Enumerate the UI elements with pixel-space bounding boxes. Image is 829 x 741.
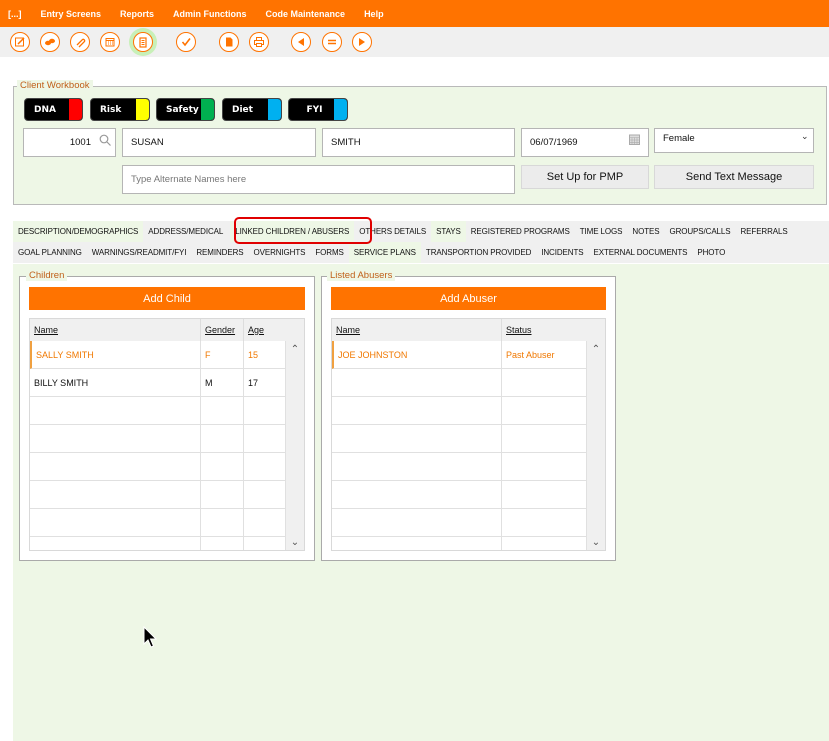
first-name-field[interactable]: SUSAN bbox=[122, 128, 316, 157]
calendar-icon[interactable] bbox=[100, 32, 120, 52]
abusers-legend: Listed Abusers bbox=[327, 270, 396, 281]
menu-admin-functions[interactable]: Admin Functions bbox=[173, 9, 247, 19]
flag-diet[interactable]: Diet bbox=[222, 98, 282, 121]
menu-icon[interactable] bbox=[322, 32, 342, 52]
document-icon[interactable] bbox=[219, 32, 239, 52]
tab-address-medical[interactable]: ADDRESS/MEDICAL bbox=[143, 221, 228, 242]
menu-code-maintenance[interactable]: Code Maintenance bbox=[266, 9, 346, 19]
menu-reports[interactable]: Reports bbox=[120, 9, 154, 19]
table-row bbox=[30, 425, 286, 453]
tab-linked-children-abusers[interactable]: LINKED CHILDREN / ABUSERS bbox=[230, 221, 355, 242]
last-name-field[interactable]: SMITH bbox=[322, 128, 515, 157]
add-child-button[interactable]: Add Child bbox=[29, 287, 305, 310]
table-row bbox=[30, 537, 286, 550]
tab-stays[interactable]: STAYS bbox=[431, 221, 466, 242]
tab-referrals[interactable]: REFERRALS bbox=[736, 221, 793, 242]
table-row bbox=[332, 481, 587, 509]
table-row bbox=[332, 453, 587, 481]
table-row[interactable]: SALLY SMITH F 15 bbox=[30, 341, 286, 369]
table-row bbox=[332, 425, 587, 453]
abusers-grid: Name Status JOE JOHNSTON Past Abuser ⌃ ⌄ bbox=[331, 318, 606, 551]
flag-risk-color bbox=[136, 99, 149, 120]
edit-icon[interactable] bbox=[10, 32, 30, 52]
table-row[interactable]: JOE JOHNSTON Past Abuser bbox=[332, 341, 587, 369]
flag-dna-color bbox=[69, 99, 82, 120]
tab-service-plans[interactable]: SERVICE PLANS bbox=[348, 242, 421, 263]
column-age[interactable]: Age bbox=[244, 319, 304, 341]
scroll-down-icon[interactable]: ⌄ bbox=[587, 537, 605, 548]
send-text-message-button[interactable]: Send Text Message bbox=[654, 165, 814, 189]
abusers-scrollbar[interactable]: ⌃ ⌄ bbox=[587, 341, 605, 550]
tab-warnings-readmit-fyi[interactable]: WARNINGS/READMIT/FYI bbox=[87, 242, 192, 263]
menu-help[interactable]: Help bbox=[364, 9, 384, 19]
column-name[interactable]: Name bbox=[30, 319, 201, 341]
column-name[interactable]: Name bbox=[332, 319, 502, 341]
flag-diet-color bbox=[268, 99, 281, 120]
tab-others-details[interactable]: OTHERS DETAILS bbox=[354, 221, 431, 242]
flag-fyi[interactable]: FYI bbox=[288, 98, 348, 121]
alternate-names-field[interactable]: Type Alternate Names here bbox=[122, 165, 515, 194]
table-row[interactable]: BILLY SMITH M 17 bbox=[30, 369, 286, 397]
gender-select[interactable]: Female bbox=[654, 128, 814, 153]
toolbar bbox=[0, 27, 829, 57]
tab-external-documents[interactable]: EXTERNAL DOCUMENTS bbox=[588, 242, 692, 263]
next-icon[interactable] bbox=[352, 32, 372, 52]
tab-incidents[interactable]: INCIDENTS bbox=[536, 242, 588, 263]
clipboard-icon[interactable] bbox=[133, 32, 153, 52]
tab-overnights[interactable]: OVERNIGHTS bbox=[248, 242, 310, 263]
link-icon[interactable] bbox=[40, 32, 60, 52]
print-icon[interactable] bbox=[249, 32, 269, 52]
abusers-grid-header: Name Status bbox=[332, 319, 605, 341]
tab-photo[interactable]: PHOTO bbox=[692, 242, 730, 263]
table-row bbox=[332, 509, 587, 537]
table-row bbox=[332, 397, 587, 425]
flag-safety[interactable]: Safety bbox=[156, 98, 215, 121]
scroll-up-icon[interactable]: ⌃ bbox=[587, 344, 605, 355]
table-row bbox=[30, 509, 286, 537]
table-row bbox=[30, 397, 286, 425]
children-legend: Children bbox=[26, 270, 68, 281]
tab-row-2: GOAL PLANNING WARNINGS/READMIT/FYI REMIN… bbox=[13, 242, 829, 263]
tab-registered-programs[interactable]: REGISTERED PROGRAMS bbox=[466, 221, 575, 242]
tab-notes[interactable]: NOTES bbox=[627, 221, 664, 242]
client-workbook-legend: Client Workbook bbox=[17, 80, 93, 91]
menu-entry-screens[interactable]: Entry Screens bbox=[41, 9, 102, 19]
tab-goal-planning[interactable]: GOAL PLANNING bbox=[13, 242, 87, 263]
previous-icon[interactable] bbox=[291, 32, 311, 52]
scroll-up-icon[interactable]: ⌃ bbox=[286, 344, 304, 355]
tab-time-logs[interactable]: TIME LOGS bbox=[575, 221, 628, 242]
add-abuser-button[interactable]: Add Abuser bbox=[331, 287, 606, 310]
menu-bar: [...] Entry Screens Reports Admin Functi… bbox=[0, 0, 829, 27]
scroll-down-icon[interactable]: ⌄ bbox=[286, 537, 304, 548]
table-row bbox=[332, 537, 587, 550]
column-status[interactable]: Status bbox=[502, 319, 605, 341]
flag-fyi-color bbox=[334, 99, 347, 120]
calendar-picker-icon[interactable] bbox=[629, 134, 640, 145]
tab-row-1: DESCRIPTION/DEMOGRAPHICS ADDRESS/MEDICAL… bbox=[13, 221, 829, 242]
tab-reminders[interactable]: REMINDERS bbox=[191, 242, 248, 263]
mouse-cursor-icon bbox=[143, 626, 158, 648]
flag-risk[interactable]: Risk bbox=[90, 98, 150, 121]
flag-dna[interactable]: DNA bbox=[24, 98, 83, 121]
tab-forms[interactable]: FORMS bbox=[310, 242, 348, 263]
children-grid-header: Name Gender Age bbox=[30, 319, 304, 341]
tab-description-demographics[interactable]: DESCRIPTION/DEMOGRAPHICS bbox=[13, 221, 144, 242]
column-gender[interactable]: Gender bbox=[201, 319, 244, 341]
chevron-down-icon: ⌄ bbox=[801, 131, 809, 141]
table-row bbox=[30, 453, 286, 481]
check-icon[interactable] bbox=[176, 32, 196, 52]
menu-more[interactable]: [...] bbox=[8, 9, 22, 19]
table-row bbox=[332, 369, 587, 397]
children-grid: Name Gender Age SALLY SMITH F 15 BILLY S… bbox=[29, 318, 305, 551]
flag-safety-color bbox=[201, 99, 214, 120]
table-row bbox=[30, 481, 286, 509]
set-up-pmp-button[interactable]: Set Up for PMP bbox=[521, 165, 649, 189]
tab-groups-calls[interactable]: GROUPS/CALLS bbox=[664, 221, 735, 242]
children-scrollbar[interactable]: ⌃ ⌄ bbox=[286, 341, 304, 550]
attachment-icon[interactable] bbox=[70, 32, 90, 52]
tab-transportation-provided[interactable]: TRANSPORTION PROVIDED bbox=[421, 242, 536, 263]
search-icon[interactable] bbox=[99, 134, 112, 147]
